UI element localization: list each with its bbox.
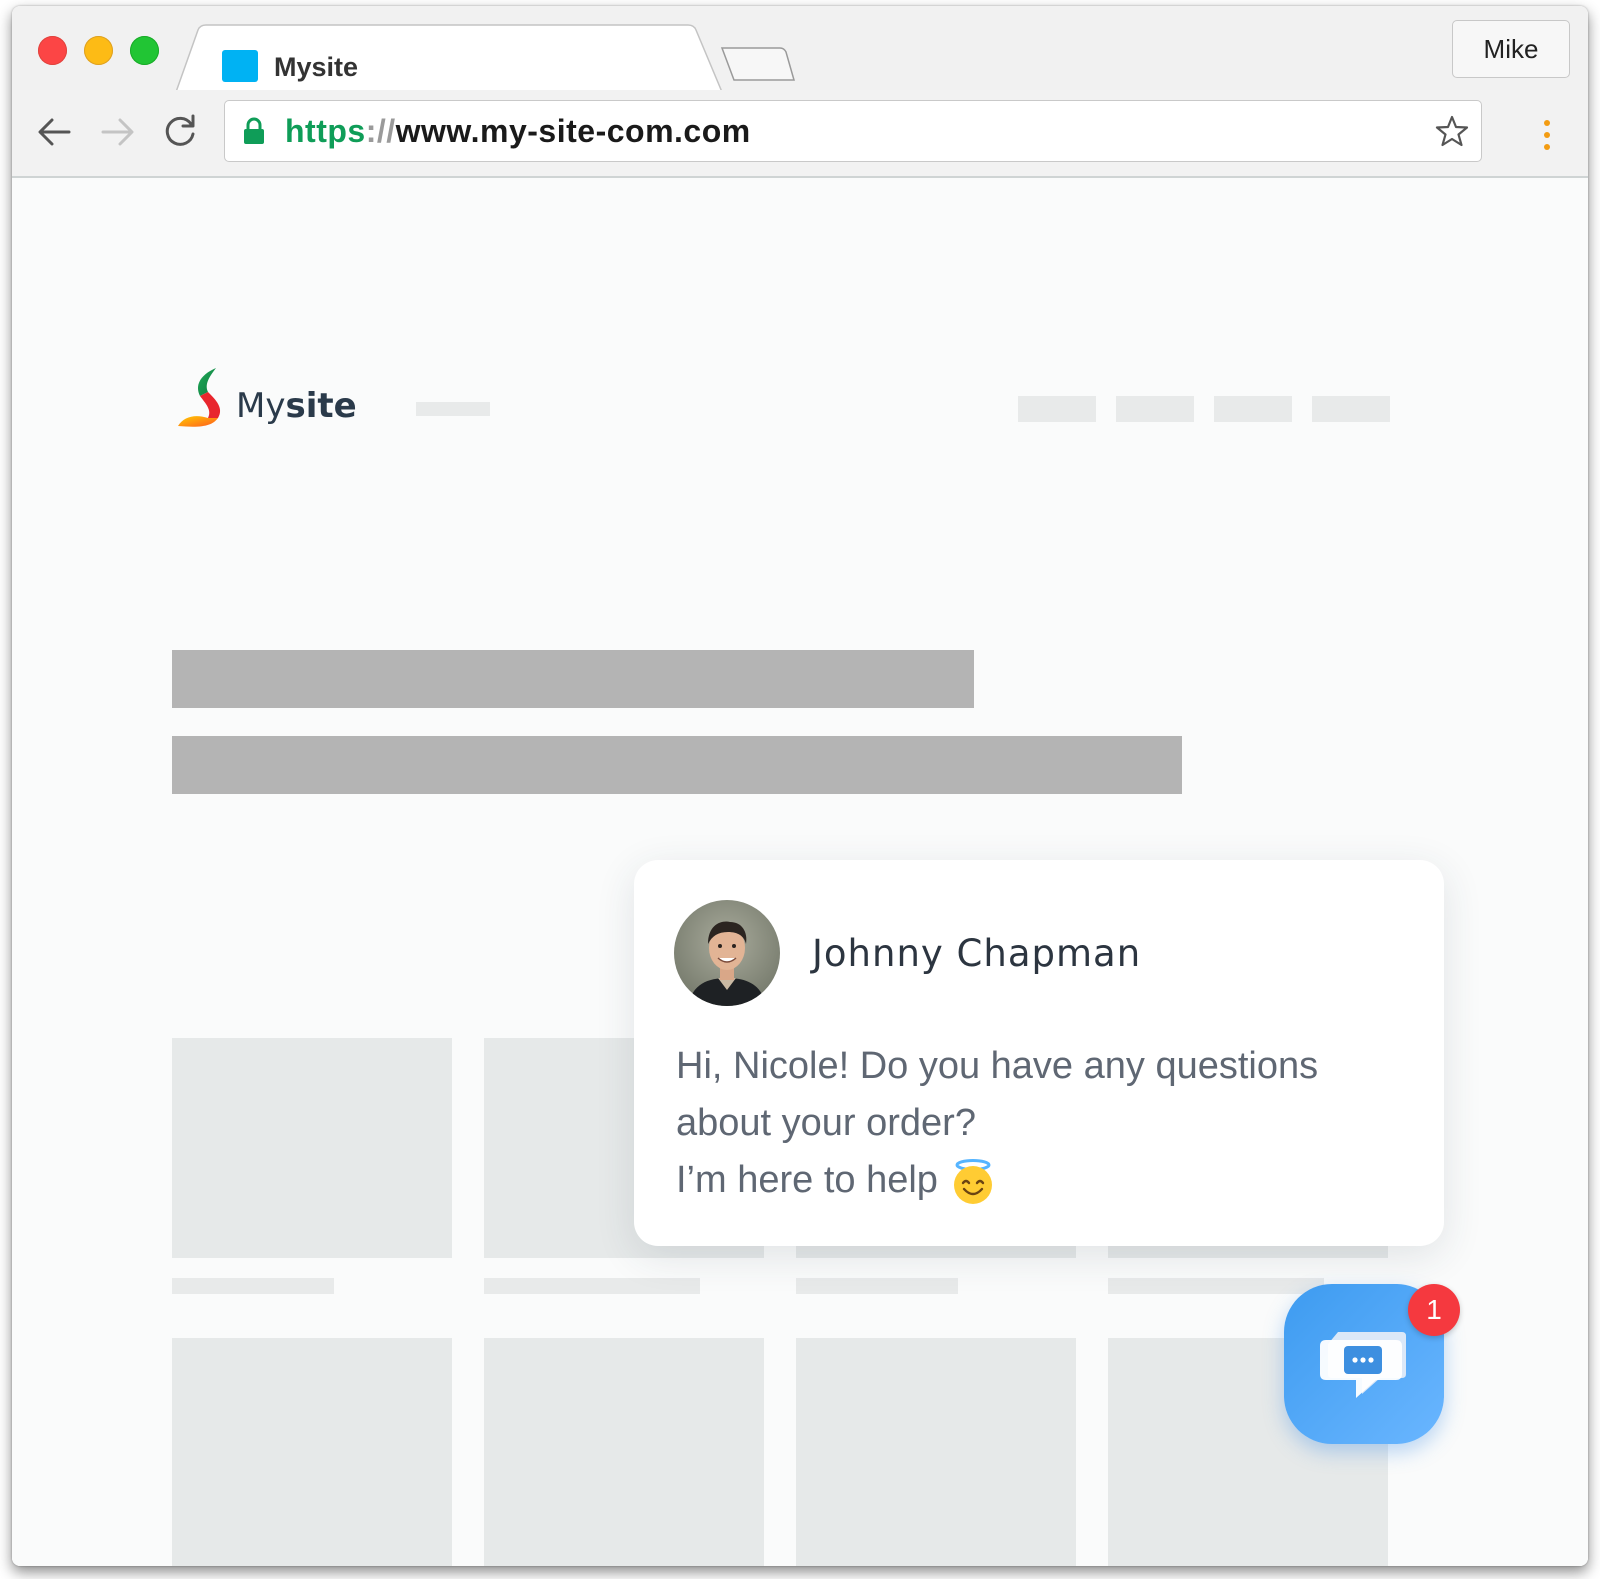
tab-mysite[interactable]: Mysite — [176, 24, 736, 92]
back-icon — [38, 118, 71, 146]
url-text: https://www.my-site-com.com — [285, 113, 751, 150]
tab-title: Mysite — [274, 52, 359, 82]
message-line: Hi, Nicole! Do you have any questions — [676, 1045, 1319, 1087]
product-card-placeholder — [172, 1338, 452, 1566]
agent-name: Johnny Chapman — [812, 932, 1142, 975]
agent-photo — [674, 900, 780, 1006]
close-window-button[interactable] — [38, 36, 67, 65]
tab-strip: Mysite Mike — [12, 6, 1588, 92]
caption-placeholder — [796, 1278, 958, 1294]
minimize-window-button[interactable] — [84, 36, 113, 65]
product-card-placeholder — [796, 1338, 1076, 1566]
maximize-window-button[interactable] — [130, 36, 159, 65]
nav-item-placeholder — [1018, 396, 1096, 422]
chat-message-card[interactable]: Johnny Chapman Hi, Nicole! Do you have a… — [634, 860, 1444, 1246]
unread-badge: 1 — [1408, 1284, 1460, 1336]
star-icon[interactable] — [1435, 114, 1469, 148]
toolbar: https://www.my-site-com.com — [12, 90, 1588, 178]
site-logo-text[interactable]: Mysite — [236, 386, 357, 426]
page-content: Mysite Johnny Chapman Hi, Nicole! Do you… — [12, 178, 1588, 1566]
new-tab-button[interactable] — [720, 46, 796, 82]
nav-item-placeholder — [1116, 396, 1194, 422]
reload-icon — [165, 114, 195, 146]
address-bar[interactable]: https://www.my-site-com.com — [224, 100, 1482, 162]
message-line: about your order? — [676, 1102, 976, 1144]
kebab-menu-icon[interactable] — [1544, 120, 1552, 156]
url-host: www.my-site-com.com — [395, 113, 751, 149]
subheadline-placeholder — [172, 736, 1182, 794]
message-line-with-emoji: I’m here to help — [676, 1152, 1416, 1209]
forward-icon — [101, 118, 134, 146]
nav-item-placeholder — [1214, 396, 1292, 422]
back-button[interactable] — [34, 112, 74, 152]
tab-shape — [176, 24, 723, 92]
logo-suffix: site — [285, 386, 357, 426]
logo-prefix: My — [236, 386, 286, 426]
nav-item-placeholder — [1312, 396, 1390, 422]
url-separator: :// — [365, 113, 396, 149]
caption-placeholder — [484, 1278, 700, 1294]
headline-placeholder — [172, 650, 974, 708]
favicon-icon — [222, 50, 258, 82]
mysite-logo-icon — [178, 368, 221, 427]
message-line: I’m here to help — [676, 1159, 938, 1201]
forward-button[interactable] — [98, 112, 138, 152]
chat-message-text: Hi, Nicole! Do you have any questions ab… — [676, 1038, 1416, 1209]
reload-button[interactable] — [160, 112, 200, 152]
nav-placeholder — [416, 402, 490, 416]
caption-placeholder — [172, 1278, 334, 1294]
profile-button[interactable]: Mike — [1452, 20, 1570, 78]
url-scheme: https — [285, 113, 366, 149]
smiling-face-with-halo-icon — [953, 1158, 992, 1204]
browser-window: Mysite Mike https://www.my-site-com.com … — [12, 6, 1588, 1566]
product-card-placeholder — [172, 1038, 452, 1258]
lock-icon — [244, 117, 264, 144]
product-card-placeholder — [484, 1338, 764, 1566]
agent-avatar — [674, 900, 780, 1006]
